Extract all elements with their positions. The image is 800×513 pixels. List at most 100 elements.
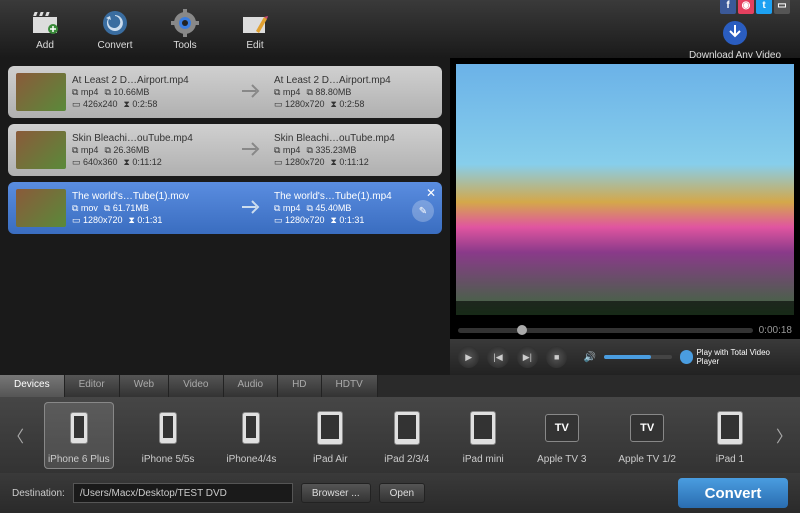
social-links: f ◉ t ▭ [720,0,790,14]
instagram-icon[interactable]: ◉ [738,0,754,14]
destination-path[interactable]: /Users/Macx/Desktop/TEST DVD [73,483,293,503]
edit-button[interactable]: Edit [220,8,290,51]
open-button[interactable]: Open [379,483,425,503]
refresh-icon [100,8,130,38]
tools-label: Tools [173,40,196,51]
phone-icon [146,406,190,450]
external-player-link[interactable]: Play with Total Video Player [680,348,792,366]
convert-label: Convert [97,40,132,51]
clapperboard-add-icon [30,8,60,38]
edit-row-button[interactable]: ✎ [412,200,434,222]
device-iphone-6-plus[interactable]: iPhone 6 Plus [44,402,114,469]
tab-video[interactable]: Video [169,375,223,397]
facebook-icon[interactable]: f [720,0,736,14]
category-tabs: DevicesEditorWebVideoAudioHDHDTV [0,375,800,397]
device-ipad-1[interactable]: iPad 1 [704,402,756,469]
chat-icon[interactable]: ▭ [774,0,790,14]
volume-slider[interactable] [604,355,672,359]
source-info: Skin Bleachi…ouTube.mp4 ⧉ mp4⧉ 26.36MB ▭… [72,133,232,168]
source-info: At Least 2 D…Airport.mp4 ⧉ mp4⧉ 10.66MB … [72,75,232,110]
file-list: At Least 2 D…Airport.mp4 ⧉ mp4⧉ 10.66MB … [0,58,450,375]
device-label: Apple TV 1/2 [618,454,676,465]
device-label: iPhone 5/5s [142,454,195,465]
destination-label: Destination: [12,488,65,499]
tablet-icon [708,406,752,450]
tab-audio[interactable]: Audio [224,375,279,397]
stop-button[interactable]: ■ [546,346,567,368]
add-label: Add [36,40,54,51]
tablet-icon [385,406,429,450]
device-label: Apple TV 3 [537,454,586,465]
tab-web[interactable]: Web [120,375,169,397]
source-title: At Least 2 D…Airport.mp4 [72,75,232,86]
download-video-button[interactable]: Download Any Video [680,18,790,61]
dest-title: Skin Bleachi…ouTube.mp4 [274,133,434,144]
progress-row: 0:00:18 [450,321,800,339]
tab-hd[interactable]: HD [278,375,321,397]
source-title: The world's…Tube(1).mov [72,191,232,202]
device-ipad-mini[interactable]: iPad mini [457,402,509,469]
arrow-icon [240,82,266,103]
dest-info: At Least 2 D…Airport.mp4 ⧉ mp4⧉ 88.80MB … [274,75,434,110]
twitter-icon[interactable]: t [756,0,772,14]
tab-editor[interactable]: Editor [65,375,120,397]
gear-icon [170,8,200,38]
tab-devices[interactable]: Devices [0,375,65,397]
dest-title: At Least 2 D…Airport.mp4 [274,75,434,86]
tv-icon: TV [625,406,669,450]
progress-bar[interactable] [458,328,753,333]
phone-icon [229,406,273,450]
tab-hdtv[interactable]: HDTV [322,375,378,397]
close-icon[interactable]: ✕ [426,186,436,200]
convert-toolbar-button[interactable]: Convert [80,8,150,51]
file-row[interactable]: At Least 2 D…Airport.mp4 ⧉ mp4⧉ 10.66MB … [8,66,442,118]
device-ipad-air[interactable]: iPad Air [304,402,356,469]
next-button[interactable]: ▶| [517,346,538,368]
device-ipad-2-3-4[interactable]: iPad 2/3/4 [380,402,433,469]
arrow-icon [240,198,266,219]
device-label: iPhone4/4s [226,454,276,465]
prev-button[interactable]: |◀ [487,346,508,368]
source-info: The world's…Tube(1).mov ⧉ mov⧉ 61.71MB ▭… [72,191,232,226]
device-apple-tv-1-2[interactable]: TV Apple TV 1/2 [614,402,680,469]
phone-icon [57,406,101,450]
device-label: iPad 1 [716,454,744,465]
file-thumbnail [16,131,66,169]
device-iphone4-4s[interactable]: iPhone4/4s [222,402,280,469]
play-button[interactable]: ▶ [458,346,479,368]
main-toolbar: Add Convert Tools Edit f ◉ t ▭ Download … [0,0,800,58]
device-label: iPad 2/3/4 [384,454,429,465]
file-row[interactable]: Skin Bleachi…ouTube.mp4 ⧉ mp4⧉ 26.36MB ▭… [8,124,442,176]
tablet-icon [461,406,505,450]
tablet-icon [308,406,352,450]
device-label: iPad Air [313,454,347,465]
tv-icon: TV [540,406,584,450]
file-row[interactable]: The world's…Tube(1).mov ⧉ mov⧉ 61.71MB ▭… [8,182,442,234]
player-controls: ▶ |◀ ▶| ■ 🔊 Play with Total Video Player [450,339,800,375]
source-title: Skin Bleachi…ouTube.mp4 [72,133,232,144]
tools-button[interactable]: Tools [150,8,220,51]
device-label: iPhone 6 Plus [48,454,110,465]
device-apple-tv-3[interactable]: TV Apple TV 3 [533,402,590,469]
arrow-icon [240,140,266,161]
edit-label: Edit [246,40,263,51]
preview-panel: 0:00:18 ▶ |◀ ▶| ■ 🔊 Play with Total Vide… [450,58,800,375]
dest-info: Skin Bleachi…ouTube.mp4 ⧉ mp4⧉ 335.23MB … [274,133,434,168]
convert-button[interactable]: Convert [678,478,788,508]
devices-prev[interactable]: 〈 [6,410,26,460]
device-iphone-5-5s[interactable]: iPhone 5/5s [138,402,199,469]
time-label: 0:00:18 [759,325,792,336]
browser-button[interactable]: Browser ... [301,483,371,503]
devices-next[interactable]: 〉 [774,410,794,460]
volume-icon[interactable]: 🔊 [583,352,595,363]
file-thumbnail [16,189,66,227]
bottom-bar: Destination: /Users/Macx/Desktop/TEST DV… [0,473,800,513]
dest-info: The world's…Tube(1).mp4 ⧉ mp4⧉ 45.40MB ▭… [274,191,434,226]
edit-icon [240,8,270,38]
add-button[interactable]: Add [10,8,80,51]
dest-title: The world's…Tube(1).mp4 [274,191,434,202]
download-icon [720,18,750,48]
preview-video[interactable] [456,64,794,315]
file-thumbnail [16,73,66,111]
device-label: iPad mini [463,454,504,465]
